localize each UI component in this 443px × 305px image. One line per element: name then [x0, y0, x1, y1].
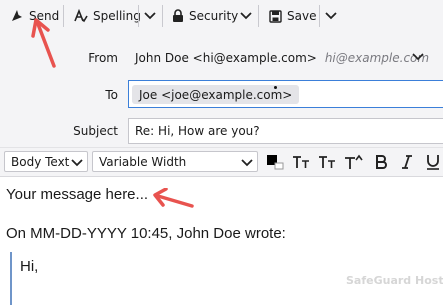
paragraph-style-select[interactable]: Body Text	[4, 151, 88, 172]
italic-button[interactable]	[400, 152, 414, 172]
save-icon	[269, 9, 282, 23]
underline-button[interactable]	[425, 152, 441, 172]
subject-label-text: Subject	[73, 124, 118, 138]
save-label: Save	[287, 9, 317, 23]
chevron-down-icon	[241, 159, 253, 167]
italic-icon	[402, 155, 412, 169]
text-cursor	[274, 86, 277, 89]
subject-input[interactable]: Re: Hi, How are you?	[128, 118, 443, 144]
toolbar-divider	[63, 5, 64, 27]
text-color-icon	[267, 155, 284, 170]
subject-value: Re: Hi, How are you?	[135, 124, 260, 138]
watermark: SafeGuard Hosting	[346, 274, 443, 287]
toolbar-divider	[138, 5, 139, 27]
subject-label: Subject	[70, 124, 118, 138]
spelling-label: Spelling	[93, 9, 141, 23]
font-select[interactable]: Variable Width	[92, 151, 258, 172]
formatting-toolbar: Body Text Variable Width	[0, 147, 443, 177]
save-dropdown[interactable]	[325, 4, 337, 28]
superscript-button[interactable]	[344, 152, 364, 172]
send-icon	[12, 10, 22, 21]
decrease-font-icon	[293, 156, 309, 168]
decrease-font-size-button[interactable]	[292, 152, 310, 172]
chevron-down-icon	[240, 12, 252, 20]
superscript-icon	[345, 154, 363, 169]
security-label: Security	[189, 9, 239, 23]
toolbar-divider	[258, 5, 259, 27]
from-address: John Doe <hi@example.com>	[135, 51, 317, 65]
to-label: To	[86, 88, 118, 102]
paragraph-style-value: Body Text	[11, 154, 70, 169]
to-label-text: To	[105, 88, 118, 102]
quote-bar	[10, 252, 12, 305]
reply-attribution: On MM-DD-YYYY 10:45, John Doe wrote:	[6, 225, 286, 242]
text-color-button[interactable]	[264, 152, 286, 172]
font-value: Variable Width	[99, 154, 187, 169]
to-field[interactable]: Joe <joe@example.com>	[128, 80, 443, 108]
spelling-button[interactable]: Spelling	[74, 3, 141, 29]
from-label: From	[86, 51, 118, 65]
message-body-text[interactable]: Your message here...	[6, 186, 148, 203]
chevron-down-icon	[325, 12, 337, 20]
security-button[interactable]: Security	[172, 3, 238, 29]
from-label-text: From	[88, 51, 118, 65]
lock-icon	[173, 9, 183, 22]
chevron-down-icon	[144, 12, 156, 20]
save-button[interactable]: Save	[269, 3, 316, 29]
toolbar-divider	[319, 5, 320, 27]
toolbar-divider	[162, 5, 163, 27]
spellcheck-icon	[74, 9, 88, 23]
recipient-address: Joe <joe@example.com>	[139, 87, 293, 102]
security-dropdown[interactable]	[240, 4, 252, 28]
spelling-dropdown[interactable]	[144, 4, 156, 28]
from-dropdown[interactable]	[412, 45, 424, 69]
increase-font-size-button[interactable]	[318, 152, 336, 172]
underline-icon	[427, 155, 439, 170]
from-selector[interactable]: John Doe <hi@example.com> hi@example.com	[135, 51, 429, 65]
compose-toolbar: Send Spelling Security Save	[0, 0, 443, 34]
message-annotation-arrow	[153, 188, 194, 208]
send-annotation-arrow	[31, 18, 56, 68]
chevron-down-icon	[71, 159, 83, 167]
quoted-text: Hi,	[20, 258, 39, 275]
increase-font-icon	[319, 156, 335, 168]
chevron-down-icon	[412, 53, 424, 61]
bold-button[interactable]	[374, 152, 388, 172]
bold-icon	[376, 155, 387, 169]
